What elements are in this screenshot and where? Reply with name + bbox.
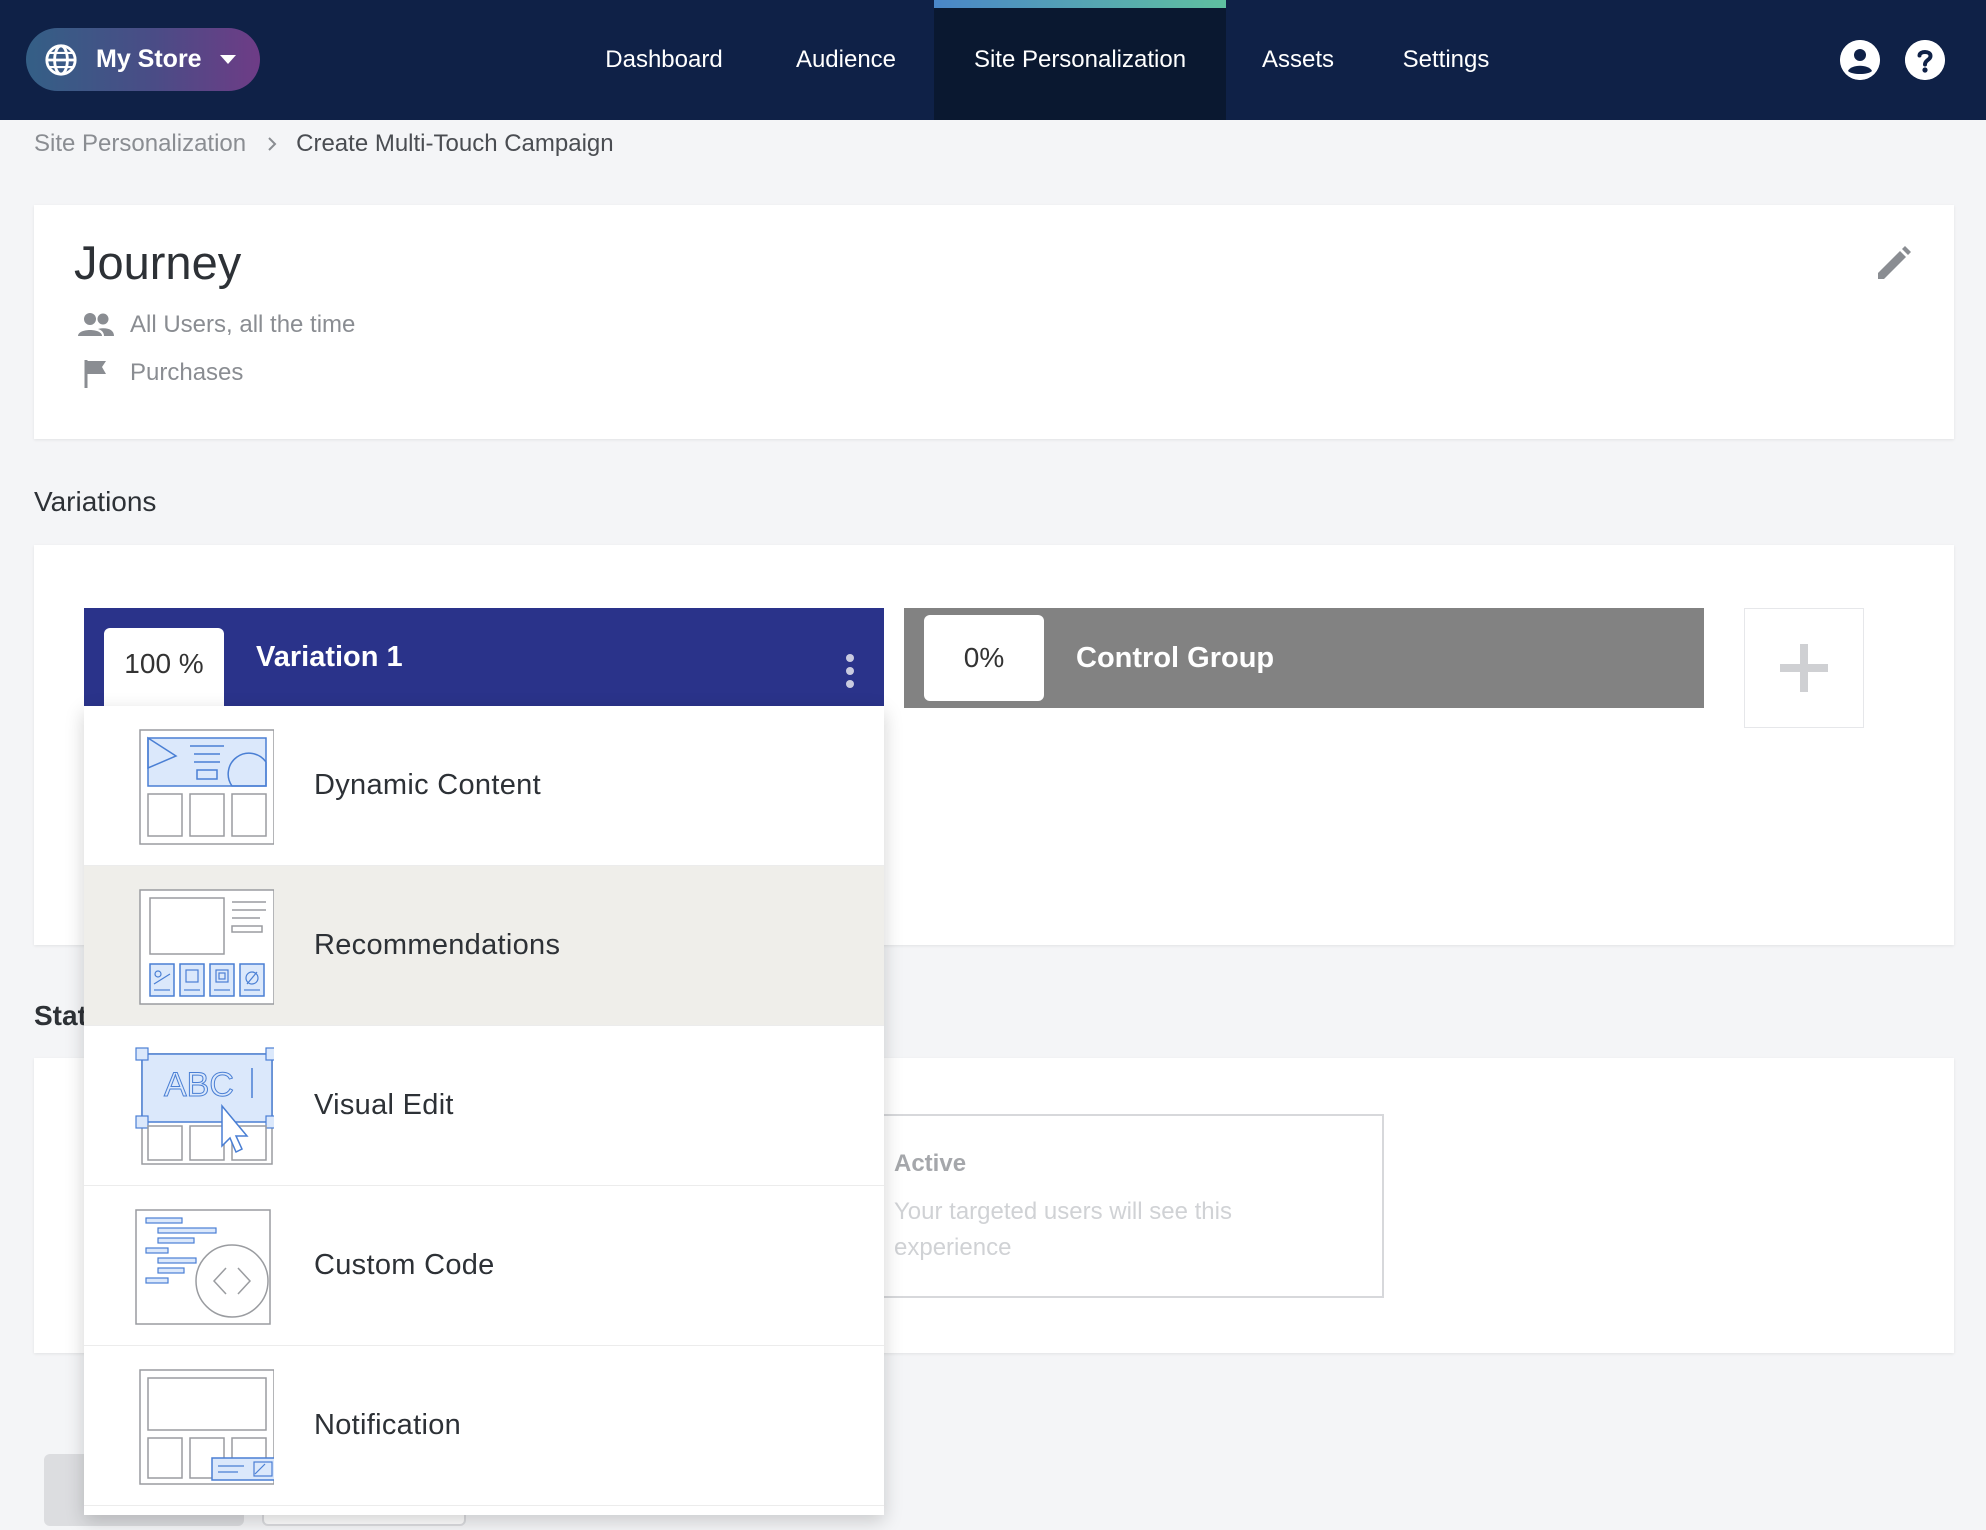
control-group-percent[interactable]: 0% <box>924 615 1044 701</box>
store-name: My Store <box>96 45 202 73</box>
globe-icon <box>45 43 77 76</box>
menu-item-label: Recommendations <box>314 929 561 961</box>
tab-label: Dashboard <box>605 46 723 73</box>
tab-label: Audience <box>795 46 897 73</box>
status-option-description: Your targeted users will see this experi… <box>894 1198 1232 1261</box>
control-group-name: Control Group <box>1076 641 1275 674</box>
menu-item-label: Visual Edit <box>314 1089 454 1121</box>
more-options-icon[interactable] <box>846 654 854 688</box>
control-group-bar[interactable]: 0% Control Group <box>904 608 1704 708</box>
breadcrumb: Site Personalization Create Multi-Touch … <box>34 128 614 160</box>
svg-text:ABC: ABC <box>164 1066 234 1104</box>
status-option-active[interactable]: Active Your targeted users will see this… <box>870 1114 1384 1298</box>
chevron-down-icon <box>219 55 236 64</box>
breadcrumb-parent-link[interactable]: Site Personalization <box>34 130 246 158</box>
audience-row: All Users, all the time <box>76 309 355 341</box>
tab-label: Assets <box>1261 46 1335 73</box>
menu-item-label: Custom Code <box>314 1249 495 1281</box>
flag-icon <box>84 360 106 388</box>
visual-edit-icon: ABC <box>135 1047 274 1165</box>
notification-icon <box>139 1369 274 1485</box>
plus-icon <box>1780 644 1828 692</box>
menu-item-visual-edit[interactable]: ABC Visual Edit <box>84 1026 884 1186</box>
variation-1-bar[interactable]: 100 % Variation 1 <box>84 608 884 706</box>
account-icon[interactable] <box>1840 40 1880 80</box>
tab-audience[interactable]: Audience <box>774 0 918 120</box>
top-navigation-bar: My Store Dashboard Audience Site Persona… <box>0 0 1986 120</box>
tab-label: Settings <box>1402 46 1490 73</box>
chevron-right-icon <box>268 137 277 151</box>
store-selector[interactable]: My Store <box>26 28 260 91</box>
menu-item-custom-code[interactable]: Custom Code <box>84 1186 884 1346</box>
page-title: Journey <box>74 236 242 289</box>
breadcrumb-current: Create Multi-Touch Campaign <box>296 130 614 157</box>
audience-text: All Users, all the time <box>130 311 356 338</box>
help-icon[interactable] <box>1905 40 1945 80</box>
goal-text: Purchases <box>130 359 244 386</box>
journey-card: Journey All Users, all the time Purchase… <box>34 205 1954 439</box>
add-variation-button[interactable] <box>1744 608 1864 728</box>
menu-item-label: Notification <box>314 1409 462 1441</box>
variation-type-menu: Dynamic Content Recommendations ABC Visu… <box>84 706 884 1515</box>
edit-icon[interactable] <box>1872 243 1914 285</box>
custom-code-icon <box>135 1209 271 1325</box>
dynamic-content-icon <box>139 729 274 845</box>
people-icon <box>78 313 114 336</box>
variations-heading: Variations <box>34 486 157 517</box>
tab-settings[interactable]: Settings <box>1384 0 1508 120</box>
tab-dashboard[interactable]: Dashboard <box>574 0 754 120</box>
menu-item-label: Dynamic Content <box>314 769 541 801</box>
variation-1-name: Variation 1 <box>256 640 403 673</box>
menu-item-notification[interactable]: Notification <box>84 1346 884 1506</box>
menu-item-dynamic-content[interactable]: Dynamic Content <box>84 706 884 866</box>
goal-row: Purchases <box>76 357 243 389</box>
status-option-title: Active <box>894 1150 967 1177</box>
menu-item-recommendations[interactable]: Recommendations <box>84 866 884 1026</box>
tab-site-personalization[interactable]: Site Personalization <box>934 0 1226 120</box>
recommendations-icon <box>139 889 274 1005</box>
tab-assets[interactable]: Assets <box>1246 0 1350 120</box>
status-heading: Stat <box>34 1000 87 1031</box>
variation-1-percent[interactable]: 100 % <box>104 628 224 706</box>
tab-label: Site Personalization <box>973 46 1187 73</box>
